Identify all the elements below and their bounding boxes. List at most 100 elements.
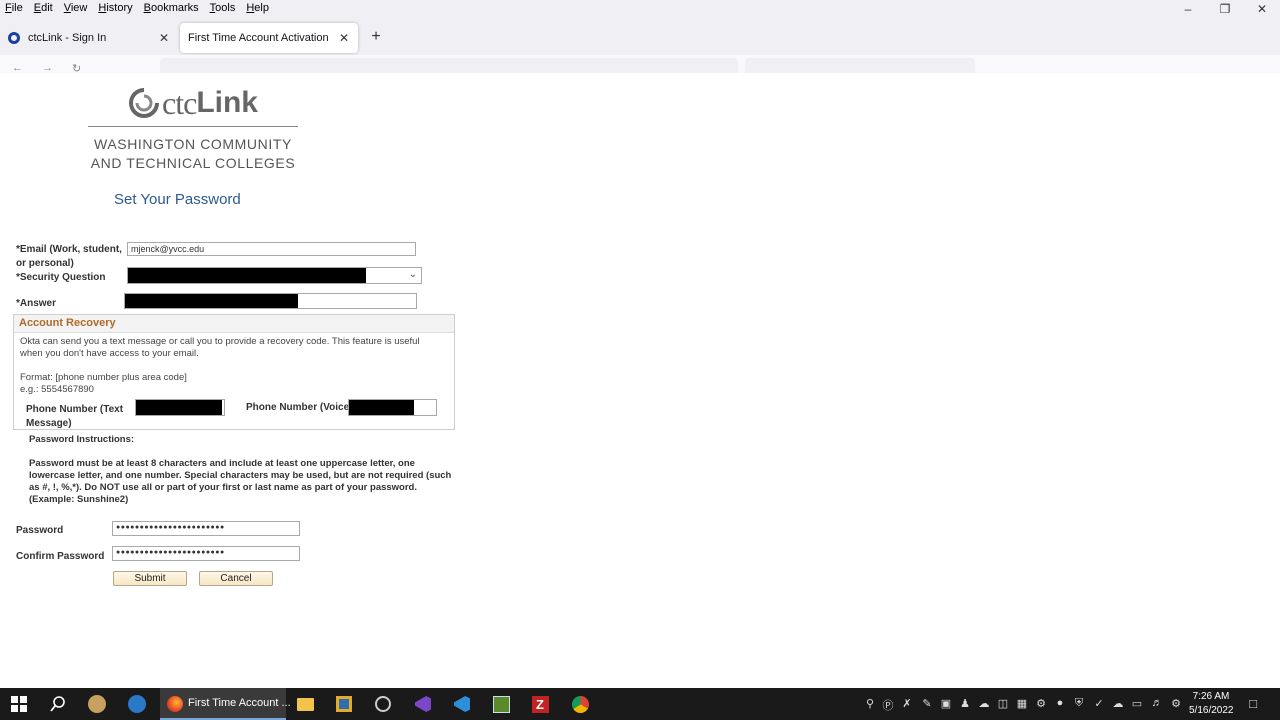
app-icon-yellow-square[interactable] (335, 695, 353, 713)
phone-text-label-line-2: Message) (26, 418, 72, 429)
answer-label: *Answer (16, 298, 57, 309)
address-bar[interactable] (160, 58, 738, 73)
password-field[interactable]: ●●●●●●●●●●●●●●●●●●●●●●● (112, 521, 300, 536)
clock-time[interactable]: 7:26 AM (1189, 691, 1233, 702)
tab-ctclink-sign-in[interactable]: ctcLink - Sign In ✕ (0, 23, 178, 53)
format-line-1: Format: [phone number plus area code] (20, 372, 187, 383)
close-tab-icon[interactable]: ✕ (336, 31, 352, 45)
format-line-2: e.g.: 5554567890 (20, 384, 94, 395)
tab-label: First Time Account Activation (188, 32, 329, 44)
close-tab-icon[interactable]: ✕ (156, 31, 172, 45)
windows-start-icon[interactable] (10, 695, 28, 713)
menu-bookmarks[interactable]: Bookmarks (144, 2, 199, 14)
phone-voice-label: Phone Number (Voice) (246, 402, 353, 413)
minimize-icon[interactable]: – (1178, 2, 1198, 16)
instructions-line-4: (Example: Sunshine2) (29, 494, 129, 505)
phone-voice-field[interactable] (348, 399, 437, 416)
taskbar-firefox-label: First Time Account ... (188, 697, 291, 709)
visual-studio-icon[interactable] (414, 695, 432, 713)
tray-icon-gear[interactable]: ⚙ (1034, 697, 1048, 710)
chrome-icon[interactable] (571, 695, 589, 713)
app-icon-green-square[interactable] (492, 695, 510, 713)
redacted-block (125, 294, 298, 308)
tray-icon-tools[interactable]: ✗ (900, 697, 914, 710)
menu-bar: File Edit View History Bookmarks Tools H… (0, 0, 1280, 19)
phone-text-label-line-1: Phone Number (Text (26, 404, 124, 415)
password-instructions-heading: Password Instructions: (29, 434, 135, 445)
page-title: Set Your Password (114, 191, 241, 208)
file-explorer-icon[interactable] (296, 695, 314, 713)
notification-icon[interactable]: □ (1246, 696, 1260, 711)
security-question-label: *Security Question (16, 272, 106, 283)
menu-edit[interactable]: Edit (34, 2, 53, 14)
menu-tools[interactable]: Tools (210, 2, 236, 14)
phone-format-hint: Format: [phone number plus area code] e.… (20, 372, 187, 396)
search-bar[interactable] (745, 58, 975, 73)
close-window-icon[interactable]: ✕ (1252, 2, 1272, 16)
windows-taskbar: First Time Account ... Z ⚲ Ⓟ ✗ ✎ ▣ ♟ ☁ ◫… (0, 688, 1280, 720)
clock-date[interactable]: 5/16/2022 (1189, 705, 1234, 716)
tray-icon-cloud-2[interactable]: ☁ (1111, 697, 1125, 710)
logo-ctc-text: ctc (162, 84, 197, 121)
email-label-line-2: or personal) (16, 258, 74, 269)
tray-icon-person[interactable]: ♟ (958, 697, 972, 710)
menu-file[interactable]: File (5, 2, 23, 14)
logo-brand: ctc Link (86, 83, 300, 123)
account-recovery-heading: Account Recovery (14, 315, 454, 333)
chevron-down-icon: ⌄ (408, 269, 417, 280)
email-label: *Email (Work, student, or personal) (16, 243, 122, 271)
tray-icon-help[interactable]: Ⓟ (881, 697, 895, 713)
app-icon-aperture[interactable] (374, 695, 392, 713)
forward-icon[interactable]: → (42, 62, 53, 73)
phone-text-label: Phone Number (Text Message) (26, 403, 123, 431)
back-icon[interactable]: ← (12, 62, 23, 73)
search-icon[interactable] (49, 695, 67, 713)
redacted-block (349, 400, 414, 415)
tray-icon-window[interactable]: ◫ (996, 697, 1010, 710)
tray-icon-shield[interactable]: ⛨ (1072, 697, 1086, 710)
filezilla-icon[interactable]: Z (531, 695, 549, 713)
logo-line-1: WASHINGTON COMMUNITY (94, 136, 292, 152)
app-icon-gold-circle[interactable] (88, 695, 106, 713)
menu-help[interactable]: Help (246, 2, 269, 14)
restore-icon[interactable]: ❐ (1215, 2, 1235, 16)
recovery-description: Okta can send you a text message or call… (20, 336, 420, 360)
page-content: ctc Link WASHINGTON COMMUNITY AND TECHNI… (0, 73, 1280, 688)
password-instructions-text: Password must be at least 8 characters a… (29, 458, 451, 506)
submit-button[interactable]: Submit (113, 571, 187, 586)
email-field[interactable]: mjenck@yvcc.edu (127, 242, 416, 256)
tab-bar: ctcLink - Sign In ✕ First Time Account A… (0, 19, 1280, 55)
network-icon[interactable]: ▭ (1130, 697, 1144, 710)
password-label: Password (16, 525, 64, 536)
menu-history[interactable]: History (98, 2, 132, 14)
tray-icon-mic[interactable]: ● (1053, 697, 1067, 709)
volume-icon[interactable]: ♬ (1150, 697, 1164, 709)
instructions-line-2: lowercase letter, and one number. Specia… (29, 470, 452, 481)
tray-icon-cloud[interactable]: ☁ (977, 697, 991, 710)
app-icon-blue-circle[interactable] (128, 695, 146, 713)
new-tab-icon[interactable]: + (367, 28, 385, 46)
instructions-line-1: Password must be at least 8 characters a… (29, 458, 415, 469)
recovery-desc-line-1: Okta can send you a text message or call… (20, 336, 420, 347)
tray-icon-save[interactable]: ▣ (939, 697, 953, 710)
ctclink-swirl-icon (129, 88, 160, 118)
cancel-button[interactable]: Cancel (199, 571, 273, 586)
confirm-password-label: Confirm Password (16, 551, 105, 562)
security-question-select[interactable]: ⌄ (127, 267, 422, 284)
vscode-icon[interactable] (453, 695, 471, 713)
firefox-icon (166, 695, 184, 713)
tray-icon-pen[interactable]: ✎ (920, 697, 934, 710)
tray-icon-search[interactable]: ⚲ (863, 697, 877, 710)
recovery-desc-line-2: when you don't have access to your email… (20, 348, 199, 359)
redacted-block (136, 400, 222, 415)
tray-icon-check[interactable]: ✓ (1092, 697, 1106, 710)
reload-icon[interactable]: ↻ (72, 62, 81, 73)
answer-field[interactable] (124, 293, 417, 309)
language-icon[interactable]: ⚙ (1169, 697, 1183, 710)
phone-text-field[interactable] (135, 399, 225, 416)
menu-view[interactable]: View (64, 2, 88, 14)
confirm-password-field[interactable]: ●●●●●●●●●●●●●●●●●●●●●●● (112, 546, 300, 561)
tray-icon-grid[interactable]: ▦ (1015, 697, 1029, 710)
tab-first-time-account-activation[interactable]: First Time Account Activation ✕ (180, 23, 358, 53)
okta-favicon-icon (8, 32, 20, 44)
